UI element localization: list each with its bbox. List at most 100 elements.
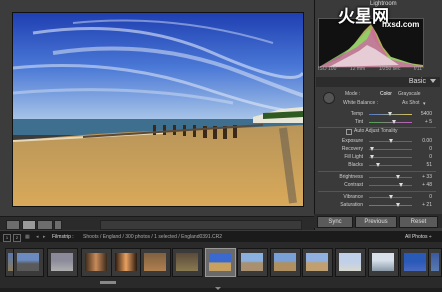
recovery-value: 0	[429, 146, 432, 152]
thumbnail[interactable]	[111, 248, 142, 277]
auto-tone-checkbox[interactable]	[346, 129, 352, 135]
white-balance-row: White Balance : As Shot ▾	[340, 100, 440, 107]
exposure-label: Exposure	[341, 138, 363, 144]
fill-light-label: Fill Light	[344, 154, 363, 160]
treatment-color-option[interactable]: Color	[380, 91, 392, 97]
thumbnail[interactable]	[270, 248, 301, 277]
eyedropper-icon[interactable]	[323, 92, 335, 104]
vibrance-label: Vibrance	[343, 194, 363, 200]
exposure-slider[interactable]: Exposure 0.00	[316, 138, 440, 145]
fill-light-knob[interactable]	[370, 155, 374, 159]
watermark: Lightroom 火星网 hxsd.com	[330, 1, 442, 32]
temp-slider[interactable]: Temp 5400	[316, 111, 440, 118]
previous-button[interactable]: Previous	[355, 216, 397, 228]
arrow-right-icon[interactable]: ▸	[43, 234, 46, 240]
main-photo[interactable]	[12, 12, 304, 207]
temp-value: 5400	[420, 111, 432, 117]
thumbnail[interactable]	[140, 248, 171, 277]
brightness-value: + 33	[422, 174, 432, 180]
wb-dropdown-icon[interactable]: ▾	[423, 101, 426, 107]
temp-label: Temp	[350, 111, 363, 117]
blacks-label: Blacks	[348, 162, 363, 168]
saturation-slider[interactable]: Saturation + 21	[316, 202, 440, 209]
tint-value: + 5	[424, 119, 432, 125]
blacks-slider[interactable]: Blacks 51	[316, 162, 440, 169]
divider	[318, 191, 436, 192]
saturation-knob[interactable]	[396, 203, 400, 207]
thumbnail[interactable]	[302, 248, 333, 277]
auto-tone-label: Auto Adjust Tonality	[354, 128, 398, 134]
tint-knob[interactable]	[392, 120, 396, 124]
basic-panel-header[interactable]: Basic	[316, 77, 440, 87]
filter-select[interactable]: All Photos ÷	[405, 234, 432, 240]
brightness-slider[interactable]: Brightness + 33	[316, 174, 440, 181]
contrast-knob[interactable]	[399, 183, 403, 187]
compare-view-button[interactable]	[37, 220, 53, 230]
fill-light-slider[interactable]: Fill Light 0	[316, 154, 440, 161]
wb-select[interactable]: As Shot	[402, 100, 420, 106]
thumbnail[interactable]	[81, 248, 112, 277]
filmstrip-scrollbar[interactable]	[100, 281, 116, 284]
temp-knob[interactable]	[388, 112, 392, 116]
chevron-down-icon[interactable]	[430, 79, 436, 83]
thumbnail-selected[interactable]	[205, 248, 236, 277]
thumbnail[interactable]	[400, 248, 431, 277]
reset-button[interactable]: Reset	[399, 216, 438, 228]
panel-title: Basic	[408, 78, 426, 85]
screen-1-button[interactable]: 1	[3, 234, 11, 242]
treatment-row: Mode : Color Grayscale	[340, 91, 440, 98]
thumbnail[interactable]	[428, 248, 442, 277]
loupe-view-button[interactable]	[22, 220, 36, 230]
thumbnail[interactable]	[172, 248, 203, 277]
vibrance-value: 0	[429, 194, 432, 200]
thumbnail[interactable]	[368, 248, 399, 277]
contrast-label: Contrast	[344, 182, 363, 188]
recovery-label: Recovery	[341, 146, 363, 152]
tint-label: Tint	[354, 119, 363, 125]
blacks-knob[interactable]	[376, 163, 380, 167]
screen-2-button[interactable]: 2	[13, 234, 21, 242]
thumbnail[interactable]	[47, 248, 78, 277]
recovery-slider[interactable]: Recovery 0	[316, 146, 440, 153]
exposure-knob[interactable]	[389, 139, 393, 143]
aperture-value: f/11	[414, 66, 422, 72]
treatment-label: Mode :	[345, 91, 361, 97]
exif-info: ISO 100 12 mm 1/250 sec f/11	[318, 66, 422, 74]
filmstrip-label: Filmstrip :	[52, 234, 74, 240]
focal-value: 12 mm	[349, 66, 366, 72]
iso-value: ISO 100	[318, 66, 337, 72]
contrast-slider[interactable]: Contrast + 48	[316, 182, 440, 189]
toolbar-content-area	[100, 220, 302, 230]
blacks-value: 51	[426, 162, 432, 168]
watermark-site: hxsd.com	[382, 20, 420, 29]
saturation-label: Saturation	[340, 202, 363, 208]
vibrance-slider[interactable]: Vibrance 0	[316, 194, 440, 201]
exposure-value: 0.00	[422, 138, 432, 144]
vibrance-knob[interactable]	[389, 195, 393, 199]
thumbnail[interactable]	[237, 248, 268, 277]
wb-label: White Balance :	[343, 100, 379, 106]
brightness-knob[interactable]	[396, 175, 400, 179]
contrast-value: + 48	[422, 182, 432, 188]
panel-button-bar: Sync Previous Reset	[314, 214, 442, 228]
recovery-knob[interactable]	[370, 147, 374, 151]
filmstrip	[0, 242, 442, 288]
toolbar	[0, 216, 314, 231]
thumbnail[interactable]	[13, 248, 44, 277]
shutter-value: 1/250 sec	[378, 66, 401, 72]
saturation-value: + 21	[422, 202, 432, 208]
arrow-left-icon[interactable]: ◂	[36, 234, 39, 240]
auto-tone-row: Auto Adjust Tonality	[316, 128, 440, 136]
sync-button[interactable]: Sync	[317, 216, 353, 228]
grid-icon[interactable]: ▦	[25, 234, 30, 240]
thumbnail[interactable]	[335, 248, 366, 277]
chevron-down-icon[interactable]	[215, 287, 221, 290]
toolbar-menu-button[interactable]	[54, 220, 62, 230]
view-mode-button[interactable]	[6, 220, 20, 230]
divider	[318, 171, 436, 172]
filmstrip-breadcrumb[interactable]: Shoots / England / 300 photos / 1 select…	[83, 234, 222, 240]
image-viewport	[0, 0, 314, 216]
fill-light-value: 0	[429, 154, 432, 160]
tint-slider[interactable]: Tint + 5	[316, 119, 440, 126]
treatment-grayscale-option[interactable]: Grayscale	[398, 91, 421, 97]
